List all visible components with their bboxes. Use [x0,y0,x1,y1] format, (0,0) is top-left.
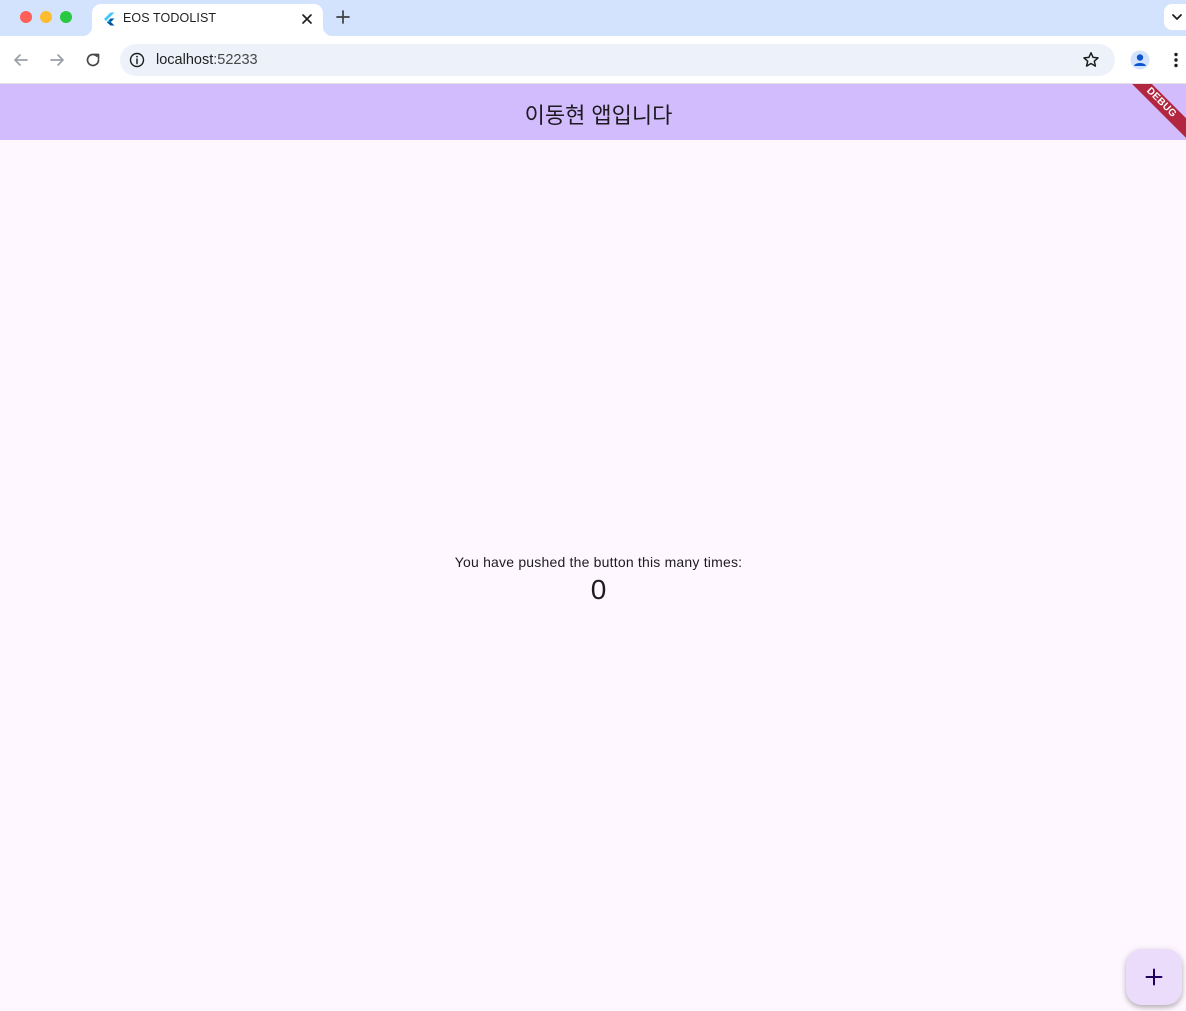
window-close-button[interactable] [20,11,32,23]
window-minimize-button[interactable] [40,11,52,23]
tab-search-button[interactable] [1164,4,1186,30]
tab-title: EOS TODOLIST [123,11,217,25]
app-viewport: 이동현 앱입니다 DEBUG You have pushed the butto… [0,84,1186,1011]
counter-label: You have pushed the button this many tim… [454,554,743,570]
increment-button[interactable] [1126,949,1182,1005]
profile-avatar-icon[interactable] [1130,50,1150,70]
site-info-icon[interactable] [128,51,146,69]
forward-arrow-icon[interactable] [47,50,67,70]
flutter-icon [104,12,115,26]
url-text[interactable]: localhost:52233 [156,52,258,68]
back-arrow-icon[interactable] [11,50,31,70]
browser-tab-active[interactable]: EOS TODOLIST [82,4,333,36]
app-bar: 이동현 앱입니다 [0,84,1186,140]
new-tab-plus-icon[interactable] [334,8,352,26]
add-icon [1145,968,1163,986]
chevron-down-icon [1172,14,1182,20]
counter-value: 0 [590,574,607,605]
page-title: 이동현 앱입니다 [524,103,673,128]
window-maximize-button[interactable] [60,11,72,23]
browser-toolbar: localhost:52233 [0,36,1186,84]
address-bar[interactable]: localhost:52233 [120,44,1115,76]
tab-strip: EOS TODOLIST [0,0,1186,36]
bookmark-star-icon[interactable] [1081,50,1101,70]
reload-icon[interactable] [83,50,103,70]
url-port: :52233 [213,52,258,68]
close-icon[interactable] [300,12,314,26]
more-vert-icon[interactable] [1166,50,1186,70]
url-host: localhost [156,52,214,68]
